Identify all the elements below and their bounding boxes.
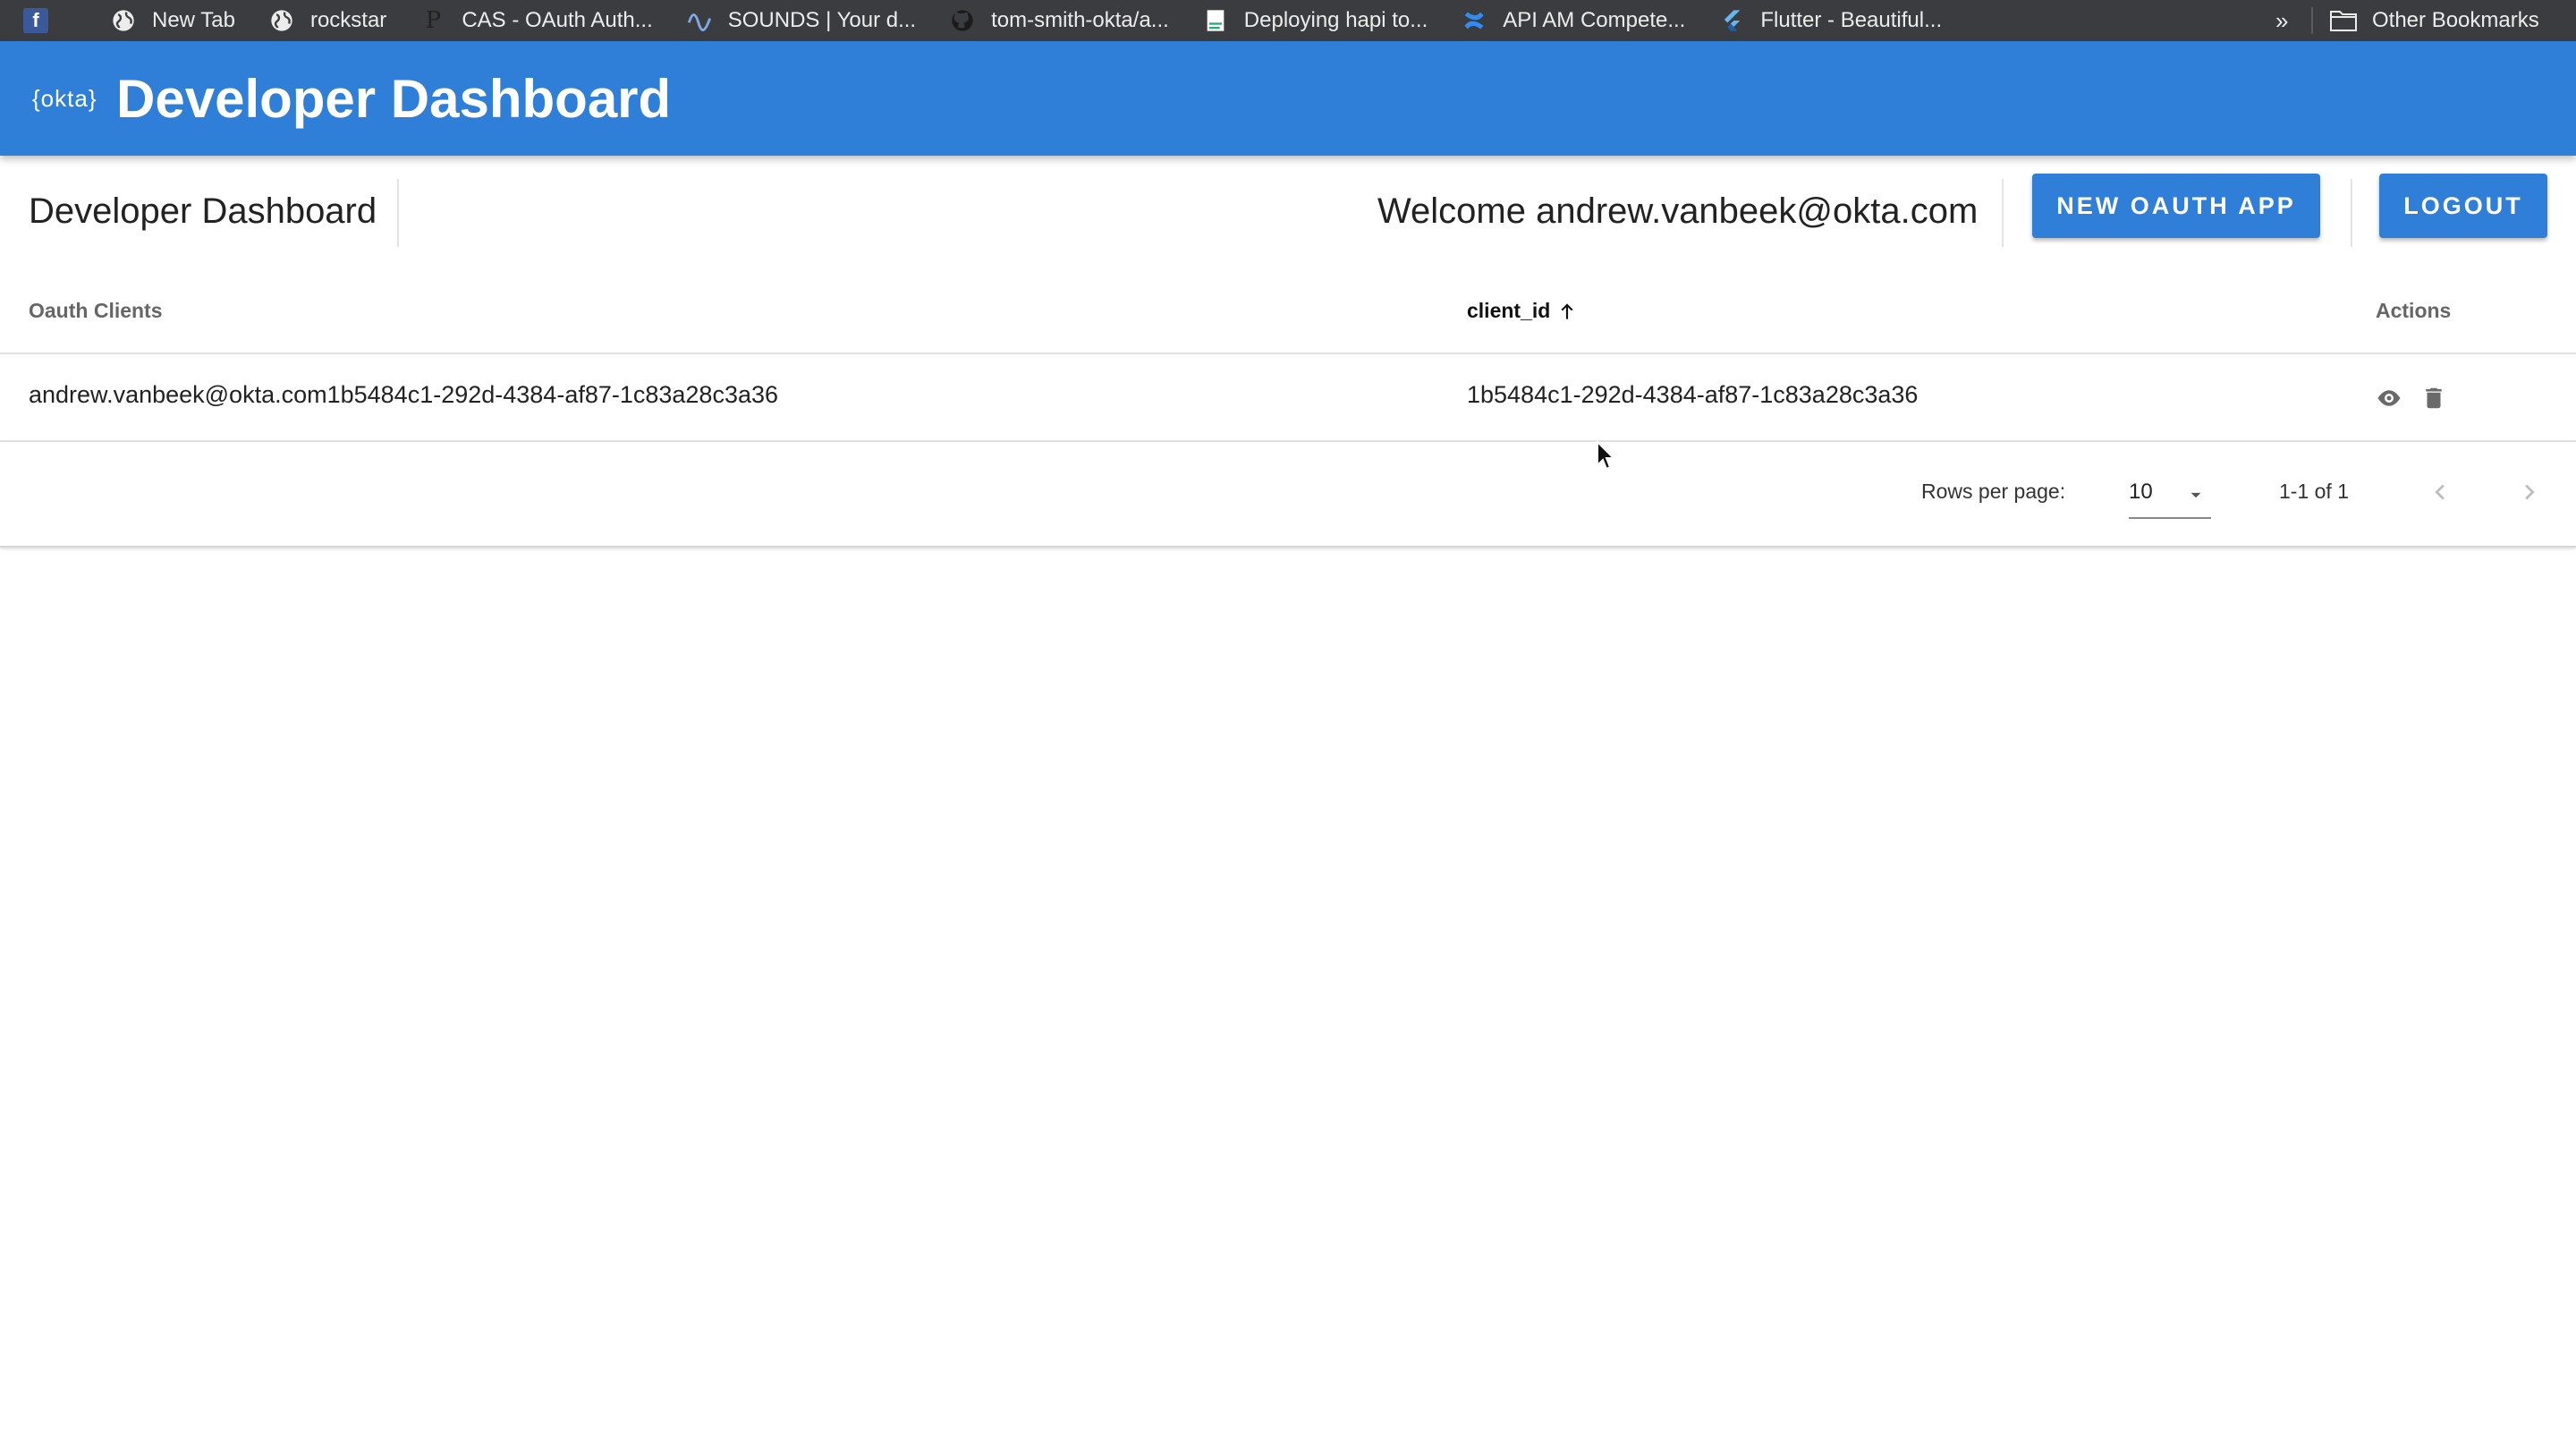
app-title: Developer Dashboard xyxy=(116,68,672,129)
dropdown-arrow-icon xyxy=(2190,492,2201,498)
p-letter-icon: P xyxy=(420,7,446,34)
pagination-range: 1-1 of 1 xyxy=(2279,480,2349,503)
welcome-message: Welcome andrew.vanbeek@okta.com xyxy=(1377,191,1979,231)
document-icon xyxy=(1203,8,1228,33)
eye-icon[interactable] xyxy=(2376,385,2402,412)
bookmarks-bar: f New Tab rockstar P CAS - OAuth Auth...… xyxy=(0,0,2576,41)
table-header: Oauth Clients client_id Actions xyxy=(0,272,2576,354)
bookmark-label: API AM Compete... xyxy=(1503,8,1686,32)
bookmark-label: New Tab xyxy=(152,8,235,32)
globe-icon xyxy=(111,8,136,33)
toolbar: Developer Dashboard Welcome andrew.vanbe… xyxy=(0,156,2576,272)
oauth-clients-table: Oauth Clients client_id Actions andrew.v… xyxy=(0,272,2576,548)
rows-per-page-value: 10 xyxy=(2129,480,2153,504)
bookmark-label: SOUNDS | Your d... xyxy=(727,8,917,32)
okta-logo[interactable]: {okta} xyxy=(32,85,97,113)
next-page-button[interactable] xyxy=(2513,476,2546,508)
toolbar-title: Developer Dashboard xyxy=(29,191,377,231)
bookmark-label: Deploying hapi to... xyxy=(1243,8,1428,32)
bookmarks-divider xyxy=(2311,7,2313,34)
bookmark-label: CAS - OAuth Auth... xyxy=(462,8,653,32)
bookmark-facebook[interactable]: f xyxy=(23,0,64,41)
bookmark-rockstar[interactable]: rockstar xyxy=(269,0,386,41)
toolbar-divider xyxy=(2002,179,2004,247)
bookmark-label: rockstar xyxy=(309,8,387,32)
logout-button[interactable]: LOGOUT xyxy=(2379,174,2547,238)
column-header-oauth-clients[interactable]: Oauth Clients xyxy=(29,299,163,323)
rows-per-page-select[interactable]: 10 xyxy=(2129,467,2211,519)
pagination-bar: Rows per page: 10 1-1 of 1 xyxy=(0,442,2576,548)
bookmark-label: Flutter - Beautiful... xyxy=(1760,8,1943,32)
previous-page-button[interactable] xyxy=(2424,476,2456,508)
trash-icon[interactable] xyxy=(2420,385,2447,412)
wave-icon xyxy=(687,8,712,33)
bookmark-github[interactable]: tom-smith-okta/a... xyxy=(950,0,1169,41)
other-bookmarks-label: Other Bookmarks xyxy=(2372,8,2539,32)
github-icon xyxy=(950,8,975,33)
other-bookmarks-folder[interactable]: Other Bookmarks xyxy=(2329,0,2539,41)
rows-per-page-label: Rows per page: xyxy=(1921,480,2066,503)
mouse-cursor-icon xyxy=(1597,440,1615,471)
flutter-icon xyxy=(1719,8,1744,33)
confluence-icon xyxy=(1462,8,1487,33)
bookmark-deploying[interactable]: Deploying hapi to... xyxy=(1203,0,1428,41)
column-header-actions: Actions xyxy=(2376,299,2452,322)
new-oauth-app-button[interactable]: NEW OAUTH APP xyxy=(2032,174,2320,238)
facebook-icon: f xyxy=(23,8,48,33)
globe-icon xyxy=(269,8,294,33)
chevron-right-icon xyxy=(2525,484,2535,500)
sort-arrow-up-icon xyxy=(1561,302,1573,319)
bookmark-flutter[interactable]: Flutter - Beautiful... xyxy=(1719,0,1942,41)
bookmark-sounds[interactable]: SOUNDS | Your d... xyxy=(687,0,916,41)
bookmark-cas[interactable]: P CAS - OAuth Auth... xyxy=(420,0,653,41)
folder-icon xyxy=(2330,11,2357,31)
table-row[interactable]: andrew.vanbeek@okta.com1b5484c1-292d-438… xyxy=(0,354,2576,442)
toolbar-divider xyxy=(2351,179,2352,247)
toolbar-divider xyxy=(397,179,399,247)
column-header-label: client_id xyxy=(1467,299,1551,322)
app-header: {okta} Developer Dashboard xyxy=(0,41,2576,156)
bookmark-api-am[interactable]: API AM Compete... xyxy=(1462,0,1685,41)
chevron-left-icon xyxy=(2435,484,2445,500)
cell-client-id: 1b5484c1-292d-4384-af87-1c83a28c3a36 xyxy=(1467,381,1919,408)
bookmark-new-tab[interactable]: New Tab xyxy=(111,0,235,41)
cell-oauth-client-name: andrew.vanbeek@okta.com1b5484c1-292d-438… xyxy=(29,381,779,408)
column-header-client-id[interactable]: client_id xyxy=(1467,299,1579,323)
bookmark-label: tom-smith-okta/a... xyxy=(991,8,1169,32)
bookmarks-overflow-button[interactable]: » xyxy=(2275,0,2288,41)
